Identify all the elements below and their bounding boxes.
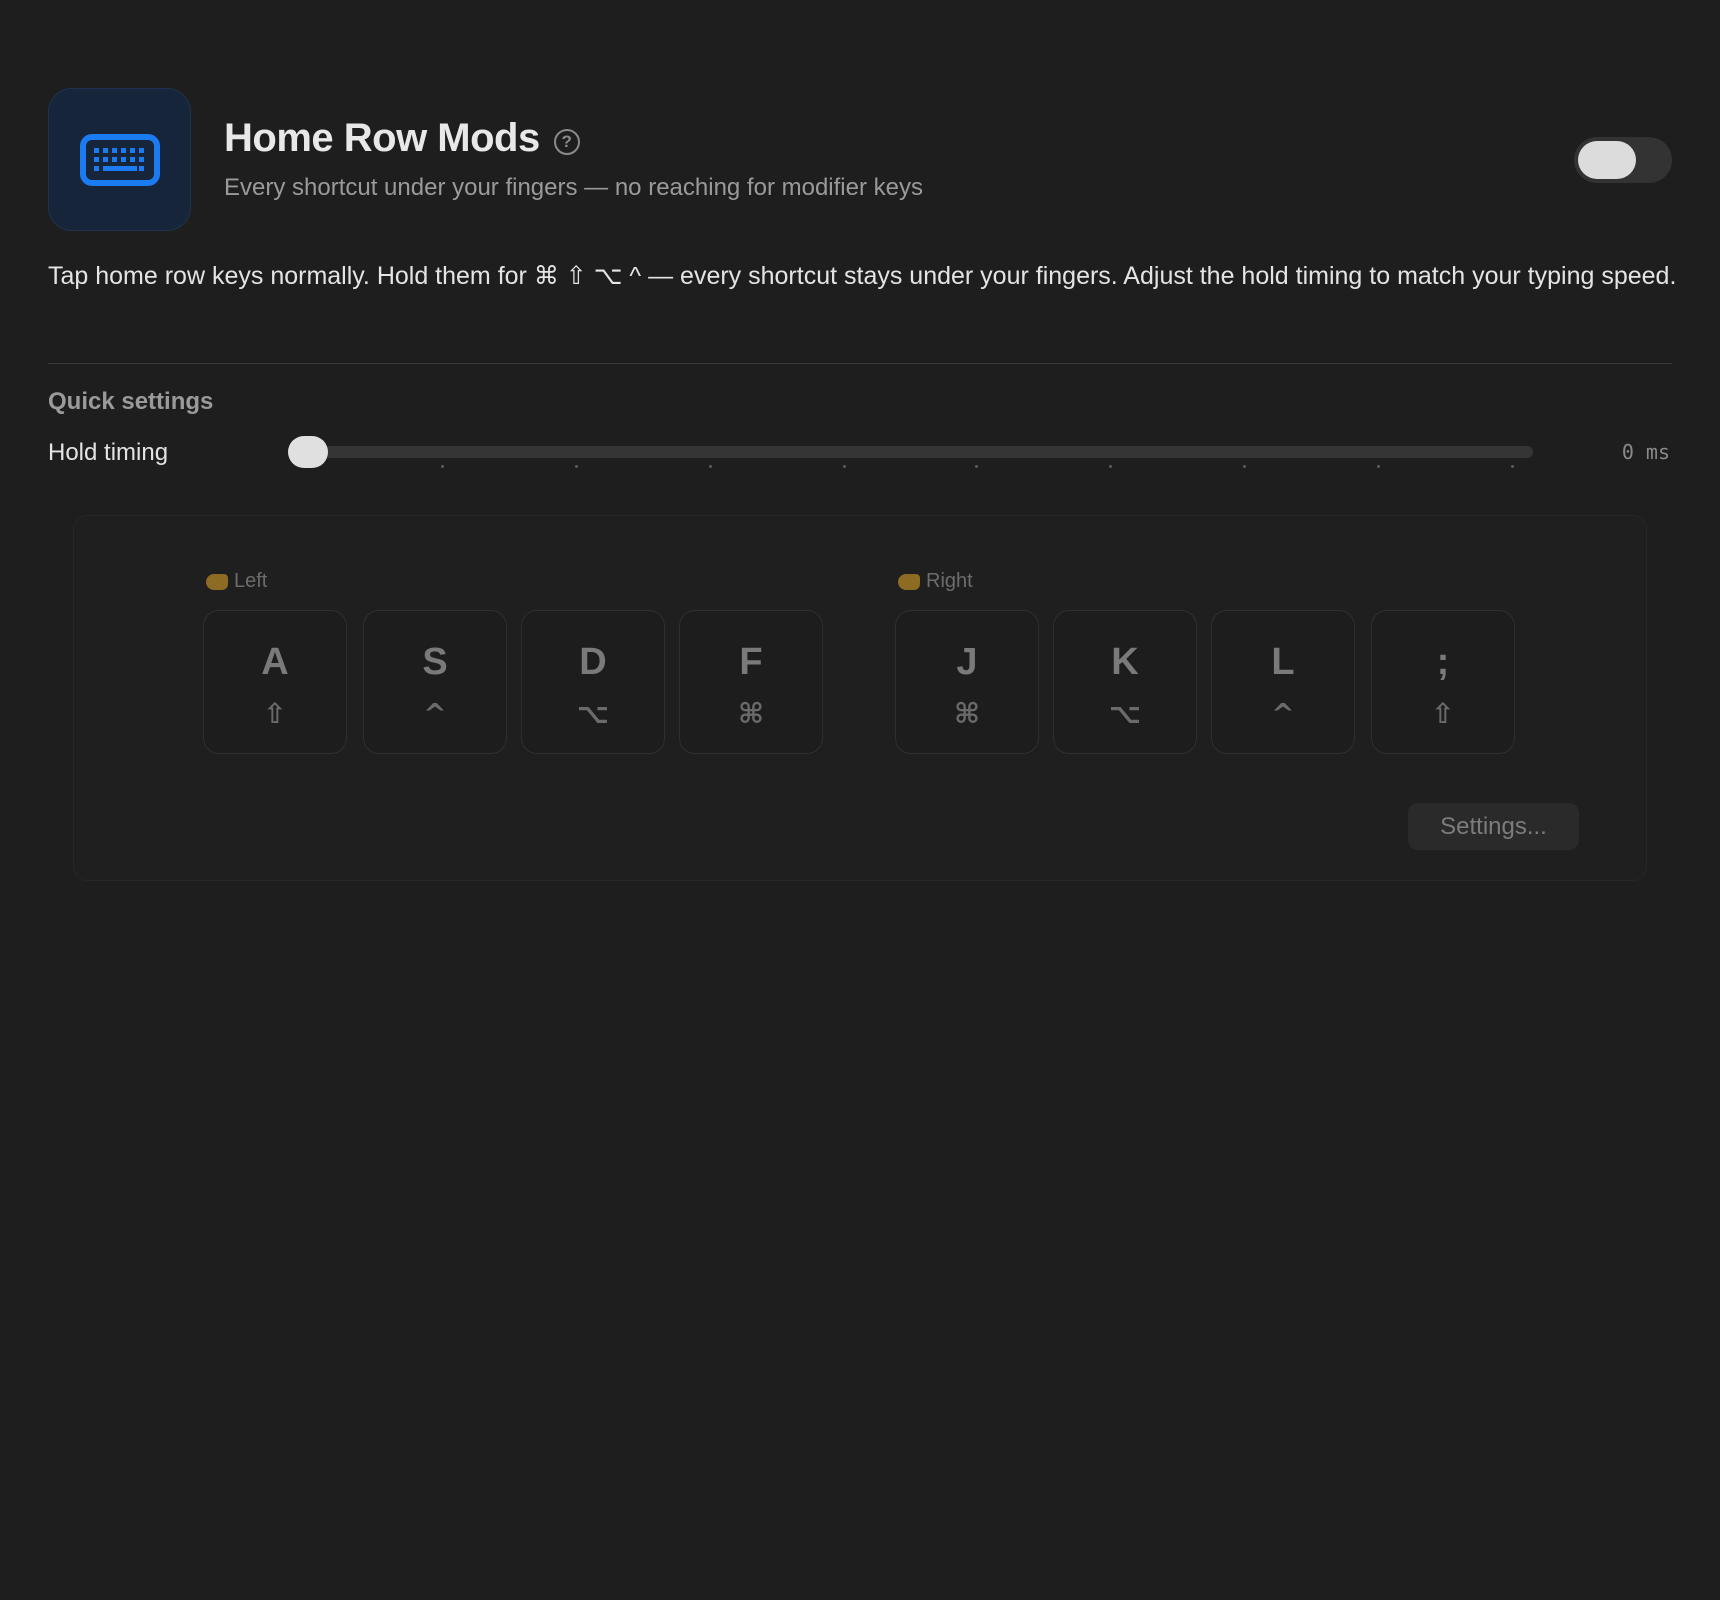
hold-timing-label: Hold timing <box>48 439 169 466</box>
key-letter: L <box>1271 641 1295 683</box>
slider-tick <box>975 465 978 468</box>
right-hand-text: Right <box>926 570 973 592</box>
home-row-mods-page: Home Row Mods ? Every shortcut under you… <box>0 0 1720 1600</box>
left-hand-text: Left <box>234 570 268 592</box>
left-hand-label: Left <box>206 570 267 593</box>
toggle-knob <box>1578 141 1636 179</box>
key-l[interactable]: L ^ <box>1211 610 1355 754</box>
slider-tick <box>575 465 578 468</box>
slider-knob[interactable] <box>288 436 328 468</box>
settings-button[interactable]: Settings... <box>1408 803 1579 850</box>
quick-settings-heading: Quick settings <box>48 388 214 415</box>
keyboard-icon <box>79 133 160 186</box>
key-f[interactable]: F ⌘ <box>679 610 823 754</box>
key-letter: S <box>422 641 448 683</box>
key-a[interactable]: A ⇧ <box>203 610 347 754</box>
key-s[interactable]: S ^ <box>363 610 507 754</box>
shift-icon: ⇧ <box>263 697 287 730</box>
page-subtitle: Every shortcut under your fingers — no r… <box>224 174 923 201</box>
key-letter: A <box>261 641 289 683</box>
hold-timing-value: 0 ms <box>1621 440 1670 464</box>
key-d[interactable]: D ⌥ <box>521 610 665 754</box>
divider <box>48 363 1672 364</box>
slider-track <box>288 446 1533 458</box>
title-row: Home Row Mods ? <box>224 116 580 161</box>
hold-timing-slider[interactable] <box>288 432 1533 472</box>
shift-icon: ⇧ <box>1431 697 1455 730</box>
question-mark-icon[interactable]: ? <box>553 128 580 155</box>
pointing-hand-icon <box>206 573 228 590</box>
key-j[interactable]: J ⌘ <box>895 610 1039 754</box>
slider-tick <box>441 465 444 468</box>
key-semicolon[interactable]: ; ⇧ <box>1371 610 1515 754</box>
key-letter: K <box>1111 641 1139 683</box>
slider-tick <box>1109 465 1112 468</box>
slider-tick <box>1511 465 1514 468</box>
right-hand-label: Right <box>898 570 973 593</box>
control-icon: ^ <box>423 697 447 730</box>
pointing-hand-icon <box>898 573 920 590</box>
option-icon: ⌥ <box>576 697 610 730</box>
command-icon: ⌘ <box>954 697 980 730</box>
command-icon: ⌘ <box>738 697 764 730</box>
key-letter: ; <box>1436 641 1450 683</box>
enable-toggle[interactable] <box>1574 137 1672 183</box>
key-k[interactable]: K ⌥ <box>1053 610 1197 754</box>
slider-tick <box>1243 465 1246 468</box>
slider-tick <box>843 465 846 468</box>
control-icon: ^ <box>1271 697 1295 730</box>
option-icon: ⌥ <box>1108 697 1142 730</box>
page-title: Home Row Mods <box>224 116 540 160</box>
slider-tick <box>1377 465 1380 468</box>
slider-tick <box>709 465 712 468</box>
key-letter: F <box>739 641 763 683</box>
key-letter: J <box>956 641 978 683</box>
key-letter: D <box>579 641 607 683</box>
feature-description: Tap home row keys normally. Hold them fo… <box>48 262 1677 290</box>
keyboard-app-icon <box>48 88 191 231</box>
